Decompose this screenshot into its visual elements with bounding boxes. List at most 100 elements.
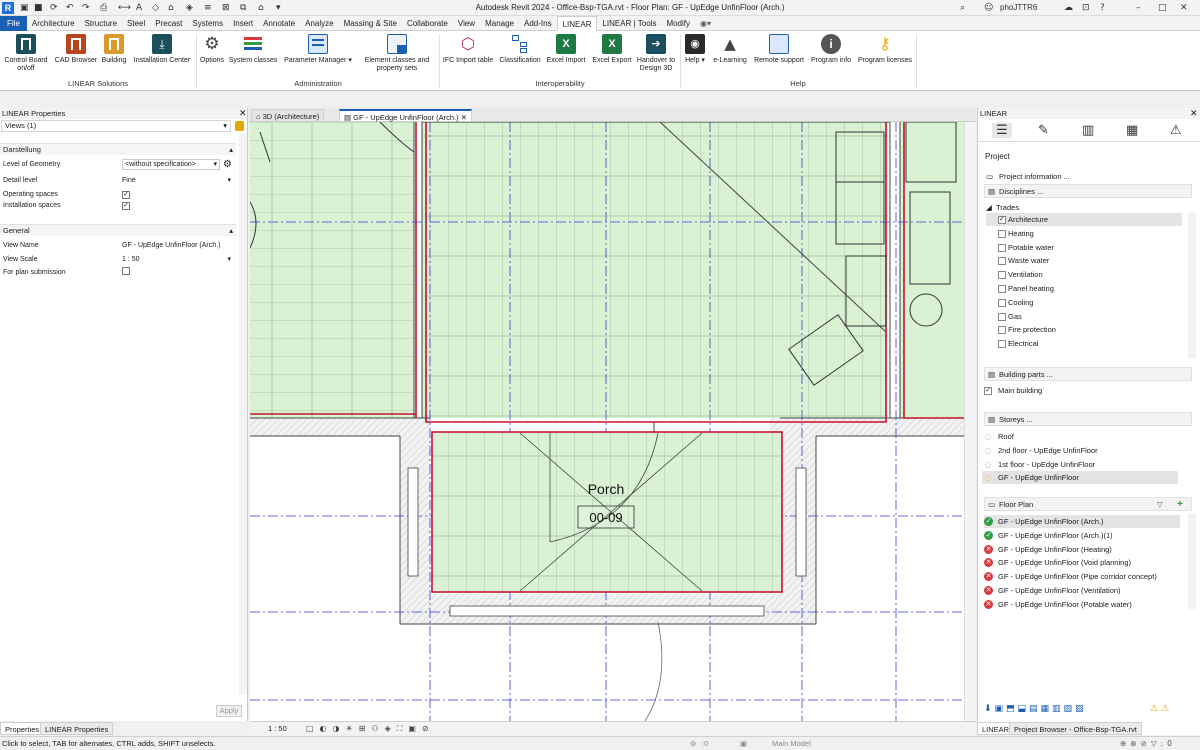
prop-view-name[interactable]: View Name GF - UpEdge UnfinFloor (Arch.) bbox=[0, 240, 236, 252]
tab-architecture[interactable]: Architecture bbox=[27, 16, 80, 31]
tab-massing-site[interactable]: Massing & Site bbox=[339, 16, 402, 31]
minimize-icon[interactable]: – bbox=[1136, 2, 1141, 14]
floor-plan-item[interactable]: ✕ GF - UpEdge UnfinFloor (Heating) bbox=[984, 543, 1180, 556]
plan-submission-checkbox[interactable] bbox=[122, 267, 130, 275]
prop-detail-level[interactable]: Detail level Fine ▾ bbox=[0, 175, 236, 187]
disciplines-section[interactable]: ▤ Disciplines ... bbox=[984, 184, 1192, 198]
gear-icon[interactable]: ⚙ bbox=[223, 159, 232, 171]
tag-icon[interactable]: ◇ bbox=[152, 2, 159, 14]
project-information-link[interactable]: ▭ Project information ... bbox=[984, 170, 1180, 183]
classification-button[interactable]: Classification bbox=[497, 34, 543, 65]
floor-plan-item[interactable]: ✕ GF - UpEdge UnfinFloor (Potable water) bbox=[984, 598, 1180, 611]
linear-bottom-tools[interactable]: ⬇▣⬒⬓▤▦▥▧▨ ⚠⚠ bbox=[984, 704, 1194, 716]
section-darstellung[interactable]: Darstellung ▴ bbox=[0, 143, 236, 155]
view-scale-button[interactable]: 1 : 50 bbox=[268, 722, 287, 736]
print-icon[interactable]: ⎙ bbox=[100, 2, 107, 14]
tab-steel[interactable]: Steel bbox=[122, 16, 150, 31]
help-button[interactable]: ◉ Help ▾ bbox=[684, 34, 706, 65]
trade-checkbox[interactable] bbox=[998, 312, 1006, 321]
trade-item[interactable]: Electrical bbox=[986, 337, 1182, 350]
annotate-icon[interactable]: A bbox=[136, 2, 142, 14]
edit-icon[interactable]: ✎ bbox=[1038, 123, 1049, 138]
tab-linear-tools[interactable]: LINEAR | Tools bbox=[597, 16, 661, 31]
trade-checkbox[interactable] bbox=[998, 326, 1006, 335]
add-icon[interactable]: + bbox=[1177, 498, 1183, 512]
canvas-vertical-scrollbar[interactable] bbox=[964, 122, 976, 721]
worksharing-icon[interactable]: ⊚ bbox=[690, 737, 696, 750]
tab-manage[interactable]: Manage bbox=[480, 16, 519, 31]
editable-only-icon[interactable]: ▣ bbox=[740, 737, 747, 750]
open-icon[interactable]: ▣ bbox=[20, 2, 29, 14]
drawing-canvas[interactable]: Porch 00-09 bbox=[250, 122, 964, 721]
ifc-import-table-button[interactable]: ⬡ IFC Import table bbox=[441, 34, 495, 65]
floor-plan-item[interactable]: ✕ GF - UpEdge UnfinFloor (Pipe corridor c… bbox=[984, 570, 1180, 583]
trade-checkbox[interactable] bbox=[998, 298, 1006, 307]
view-control-icons[interactable]: □◐◑☀⊞⚇◈⛶▣⊘ bbox=[306, 722, 435, 736]
close-tab-icon[interactable]: ✕ bbox=[459, 113, 467, 122]
floor-plan-scrollbar[interactable] bbox=[1188, 514, 1196, 609]
tab-modify[interactable]: Modify bbox=[661, 16, 695, 31]
cad-browser-button[interactable]: CAD Browser bbox=[53, 34, 99, 65]
trade-item[interactable]: ✓ Architecture bbox=[986, 213, 1182, 226]
installation-spaces-checkbox[interactable]: ✓ bbox=[122, 202, 130, 210]
prop-installation-spaces[interactable]: Installation spaces ✓ bbox=[0, 200, 236, 212]
tab-properties[interactable]: Properties bbox=[0, 722, 45, 735]
undo-icon[interactable]: ↶ bbox=[66, 2, 74, 14]
home-icon[interactable]: ⌂ bbox=[258, 2, 264, 14]
storey-item[interactable]: ◌ 1st floor - UpEdge UnfinFloor bbox=[982, 458, 1178, 471]
tab-file[interactable]: File bbox=[0, 16, 27, 31]
tab-project-browser[interactable]: Project Browser - Office-Bsp-TGA.rvt bbox=[1009, 722, 1142, 735]
trade-checkbox[interactable] bbox=[998, 257, 1006, 266]
trade-checkbox[interactable] bbox=[998, 285, 1006, 293]
section-general[interactable]: General ▴ bbox=[0, 224, 236, 236]
tab-analyze[interactable]: Analyze bbox=[300, 16, 338, 31]
trade-checkbox[interactable] bbox=[998, 340, 1006, 349]
element-classes-button[interactable]: Element classes and property sets bbox=[360, 34, 434, 73]
properties-scrollbar[interactable] bbox=[239, 134, 247, 694]
control-board-button[interactable]: Control Board on/off bbox=[2, 34, 50, 73]
trade-item[interactable]: Fire protection bbox=[986, 323, 1182, 336]
parameter-manager-button[interactable]: Parameter Manager ▾ bbox=[284, 34, 352, 65]
redo-icon[interactable]: ↷ bbox=[82, 2, 90, 14]
tab-systems[interactable]: Systems bbox=[187, 16, 228, 31]
tab-add-ins[interactable]: Add-Ins bbox=[519, 16, 557, 31]
selection-filter-icons[interactable]: ⊕⊗⊘▽:0 bbox=[1120, 737, 1176, 750]
trades-scrollbar[interactable] bbox=[1188, 212, 1196, 358]
thin-lines-icon[interactable]: ≡ bbox=[204, 2, 212, 14]
excel-export-button[interactable]: X Excel Export bbox=[590, 34, 634, 65]
level-of-geometry-select[interactable]: <without specification> ▾ bbox=[122, 159, 220, 170]
floor-plan-item[interactable]: ✓ GF - UpEdge UnfinFloor (Arch.) bbox=[984, 515, 1180, 528]
e-learning-button[interactable]: ▲ e-Learning bbox=[710, 34, 750, 65]
sync-icon[interactable]: ⟳ bbox=[50, 2, 58, 14]
close-icon[interactable]: ✕ bbox=[1180, 2, 1188, 14]
switch-windows-icon[interactable]: ⧉ bbox=[240, 2, 246, 14]
trade-item[interactable]: Waste water bbox=[986, 254, 1182, 267]
user-name[interactable]: phoJTTR6 bbox=[1000, 2, 1037, 14]
cart-icon[interactable]: ⊡ bbox=[1082, 2, 1090, 14]
close-hidden-icon[interactable]: ⊠ bbox=[222, 2, 230, 14]
3d-view-icon[interactable]: ⌂ bbox=[168, 2, 174, 14]
columns-icon[interactable]: ▥ bbox=[1082, 123, 1094, 138]
views-selector[interactable]: Views (1) ▾ bbox=[1, 120, 231, 132]
trade-item[interactable]: Cooling bbox=[986, 296, 1182, 309]
view-scale-value[interactable]: 1 : 50 bbox=[122, 254, 140, 266]
customize-qat-icon[interactable]: ▾ bbox=[276, 2, 281, 14]
building-button[interactable]: Building bbox=[100, 34, 128, 65]
main-building-item[interactable]: ✓ Main building bbox=[982, 384, 1178, 397]
trade-checkbox[interactable] bbox=[998, 229, 1006, 238]
trade-item[interactable]: Gas bbox=[986, 310, 1182, 323]
tab-annotate[interactable]: Annotate bbox=[258, 16, 300, 31]
prop-plan-submission[interactable]: For plan submission bbox=[0, 267, 236, 279]
floor-plan-item[interactable]: ✕ GF - UpEdge UnfinFloor (Void planning) bbox=[984, 556, 1180, 569]
storeys-section[interactable]: ▤ Storeys ... bbox=[984, 412, 1192, 426]
handover-design3d-button[interactable]: ➔ Handover to Design 3D bbox=[634, 34, 678, 73]
cloud-icon[interactable]: ☁ bbox=[1064, 2, 1073, 14]
installation-center-button[interactable]: ⤓ Installation Center bbox=[130, 34, 194, 65]
calculator-icon[interactable]: ▦ bbox=[1126, 123, 1138, 138]
close-panel-icon[interactable]: ✕ bbox=[239, 108, 247, 119]
floor-plan-drawing[interactable]: Porch 00-09 bbox=[250, 122, 964, 721]
trade-item[interactable]: Heating bbox=[986, 227, 1182, 240]
trade-item[interactable]: Panel heating bbox=[986, 282, 1182, 295]
lock-icon[interactable] bbox=[235, 121, 244, 131]
measure-icon[interactable]: ⟷ bbox=[118, 2, 131, 14]
